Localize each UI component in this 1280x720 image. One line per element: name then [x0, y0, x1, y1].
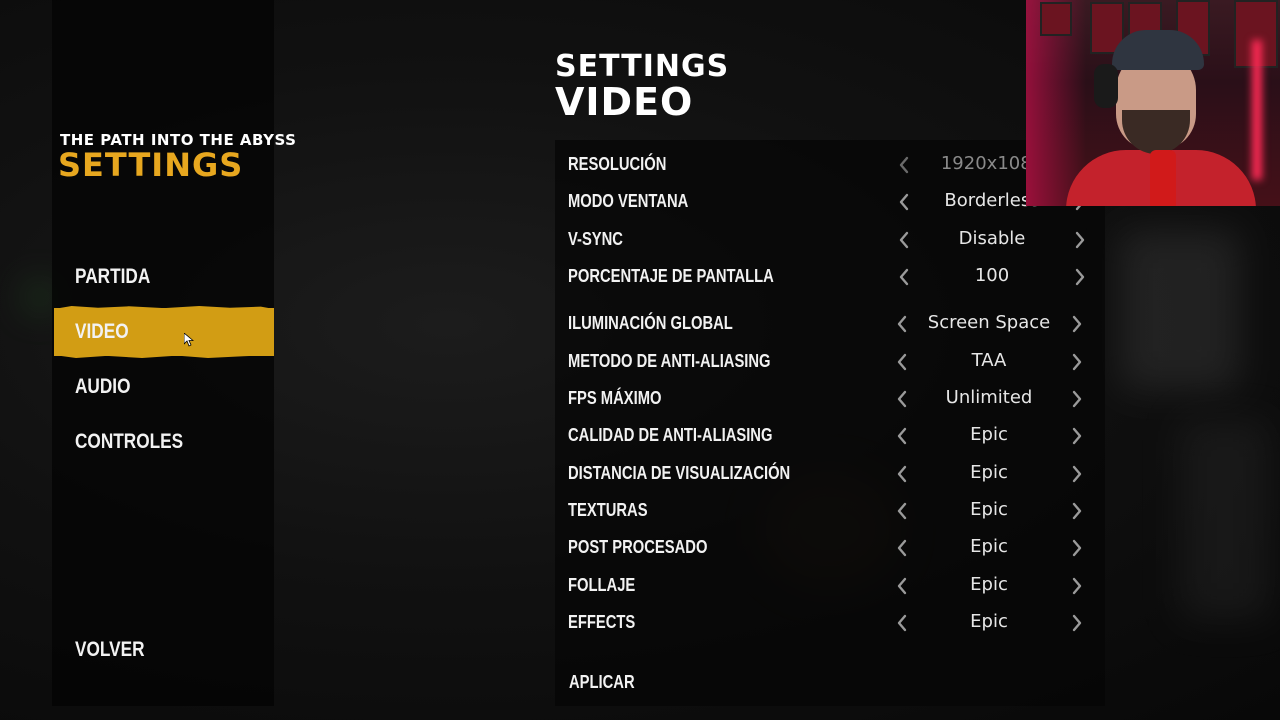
- setting-row: FOLLAJE Epic: [568, 571, 1093, 601]
- setting-row: ILUMINACIÓN GLOBAL Screen Space: [568, 309, 1093, 339]
- chevron-left-icon[interactable]: [891, 500, 913, 522]
- setting-row: FPS MÁXIMO Unlimited: [568, 384, 1093, 414]
- apply-button[interactable]: APLICAR: [569, 672, 635, 693]
- nav-item-video[interactable]: VIDEO: [54, 308, 274, 356]
- setting-label: MODO VENTANA: [568, 191, 689, 211]
- nav-item-label: CONTROLES: [75, 430, 184, 453]
- setting-label: FOLLAJE: [568, 575, 636, 595]
- chevron-left-icon[interactable]: [893, 266, 915, 288]
- setting-label: POST PROCESADO: [568, 537, 708, 557]
- setting-label: FPS MÁXIMO: [568, 388, 662, 408]
- setting-value: Epic: [970, 611, 1008, 632]
- setting-value: Disable: [958, 228, 1026, 249]
- wall-poster: [1040, 2, 1072, 36]
- chevron-right-icon[interactable]: [1066, 313, 1088, 335]
- chevron-left-icon[interactable]: [891, 537, 913, 559]
- back-button[interactable]: VOLVER: [54, 626, 274, 674]
- setting-label: METODO DE ANTI-ALIASING: [568, 351, 771, 371]
- chevron-right-icon[interactable]: [1069, 266, 1091, 288]
- background-object: [1120, 230, 1240, 390]
- setting-value: Epic: [970, 424, 1008, 445]
- streamer-cap: [1112, 30, 1204, 70]
- chevron-left-icon[interactable]: [891, 575, 913, 597]
- setting-row: EFFECTS Epic: [568, 608, 1093, 638]
- setting-row: MODO VENTANA Borderless: [568, 187, 1093, 217]
- chevron-left-icon[interactable]: [891, 612, 913, 634]
- setting-row: RESOLUCIÓN 1920x1080: [568, 150, 1093, 180]
- setting-row: V-SYNC Disable: [568, 225, 1093, 255]
- setting-value: TAA: [971, 350, 1007, 371]
- chevron-right-icon[interactable]: [1066, 575, 1088, 597]
- neon-light: [1252, 40, 1262, 180]
- setting-value: Epic: [970, 574, 1008, 595]
- page-title: VIDEO: [555, 80, 694, 124]
- chevron-left-icon[interactable]: [891, 313, 913, 335]
- microphone: [1150, 150, 1176, 206]
- setting-label: CALIDAD DE ANTI-ALIASING: [568, 425, 773, 445]
- webcam-overlay: [1026, 0, 1280, 206]
- nav-item-partida[interactable]: PARTIDA: [54, 253, 274, 301]
- setting-value: 100: [974, 265, 1010, 286]
- nav-item-label: AUDIO: [75, 375, 131, 398]
- setting-value: Epic: [970, 499, 1008, 520]
- chevron-right-icon[interactable]: [1066, 351, 1088, 373]
- setting-row: POST PROCESADO Epic: [568, 533, 1093, 563]
- setting-row: PORCENTAJE DE PANTALLA 100: [568, 262, 1093, 292]
- chevron-left-icon[interactable]: [893, 229, 915, 251]
- setting-label: ILUMINACIÓN GLOBAL: [568, 313, 733, 333]
- setting-label: RESOLUCIÓN: [568, 154, 667, 174]
- game-settings-screen: THE PATH INTO THE ABYSS SETTINGS PARTIDA…: [0, 0, 1280, 720]
- chevron-right-icon[interactable]: [1066, 612, 1088, 634]
- nav-item-label: PARTIDA: [75, 265, 151, 288]
- nav-item-audio[interactable]: AUDIO: [54, 363, 274, 411]
- chevron-left-icon[interactable]: [893, 154, 915, 176]
- nav-item-label: VIDEO: [75, 320, 129, 343]
- setting-label: EFFECTS: [568, 612, 636, 632]
- setting-label: V-SYNC: [568, 229, 623, 249]
- chevron-left-icon[interactable]: [891, 425, 913, 447]
- chevron-right-icon[interactable]: [1066, 463, 1088, 485]
- streamer-beard: [1122, 110, 1190, 154]
- setting-row: TEXTURAS Epic: [568, 496, 1093, 526]
- chevron-right-icon[interactable]: [1066, 537, 1088, 559]
- setting-row: METODO DE ANTI-ALIASING TAA: [568, 347, 1093, 377]
- setting-row: DISTANCIA DE VISUALIZACIÓN Epic: [568, 459, 1093, 489]
- chevron-left-icon[interactable]: [891, 351, 913, 373]
- headset: [1094, 64, 1118, 108]
- setting-label: TEXTURAS: [568, 500, 648, 520]
- setting-label: PORCENTAJE DE PANTALLA: [568, 266, 774, 286]
- nav-item-controles[interactable]: CONTROLES: [54, 418, 274, 466]
- setting-label: DISTANCIA DE VISUALIZACIÓN: [568, 463, 791, 483]
- setting-row: CALIDAD DE ANTI-ALIASING Epic: [568, 421, 1093, 451]
- page-heading-top: SETTINGS: [555, 49, 730, 84]
- chevron-left-icon[interactable]: [891, 463, 913, 485]
- setting-value: Epic: [970, 462, 1008, 483]
- chevron-left-icon[interactable]: [891, 388, 913, 410]
- setting-value: Epic: [970, 536, 1008, 557]
- section-title: SETTINGS: [58, 146, 244, 184]
- background-object: [1180, 420, 1270, 620]
- setting-value: Unlimited: [945, 387, 1033, 408]
- chevron-right-icon[interactable]: [1066, 388, 1088, 410]
- chevron-left-icon[interactable]: [893, 191, 915, 213]
- chevron-right-icon[interactable]: [1066, 500, 1088, 522]
- chevron-right-icon[interactable]: [1066, 425, 1088, 447]
- setting-value: Screen Space: [927, 312, 1051, 333]
- mouse-cursor-icon: [184, 333, 194, 347]
- background-light: [28, 284, 52, 310]
- chevron-right-icon[interactable]: [1069, 229, 1091, 251]
- back-button-label: VOLVER: [75, 638, 145, 661]
